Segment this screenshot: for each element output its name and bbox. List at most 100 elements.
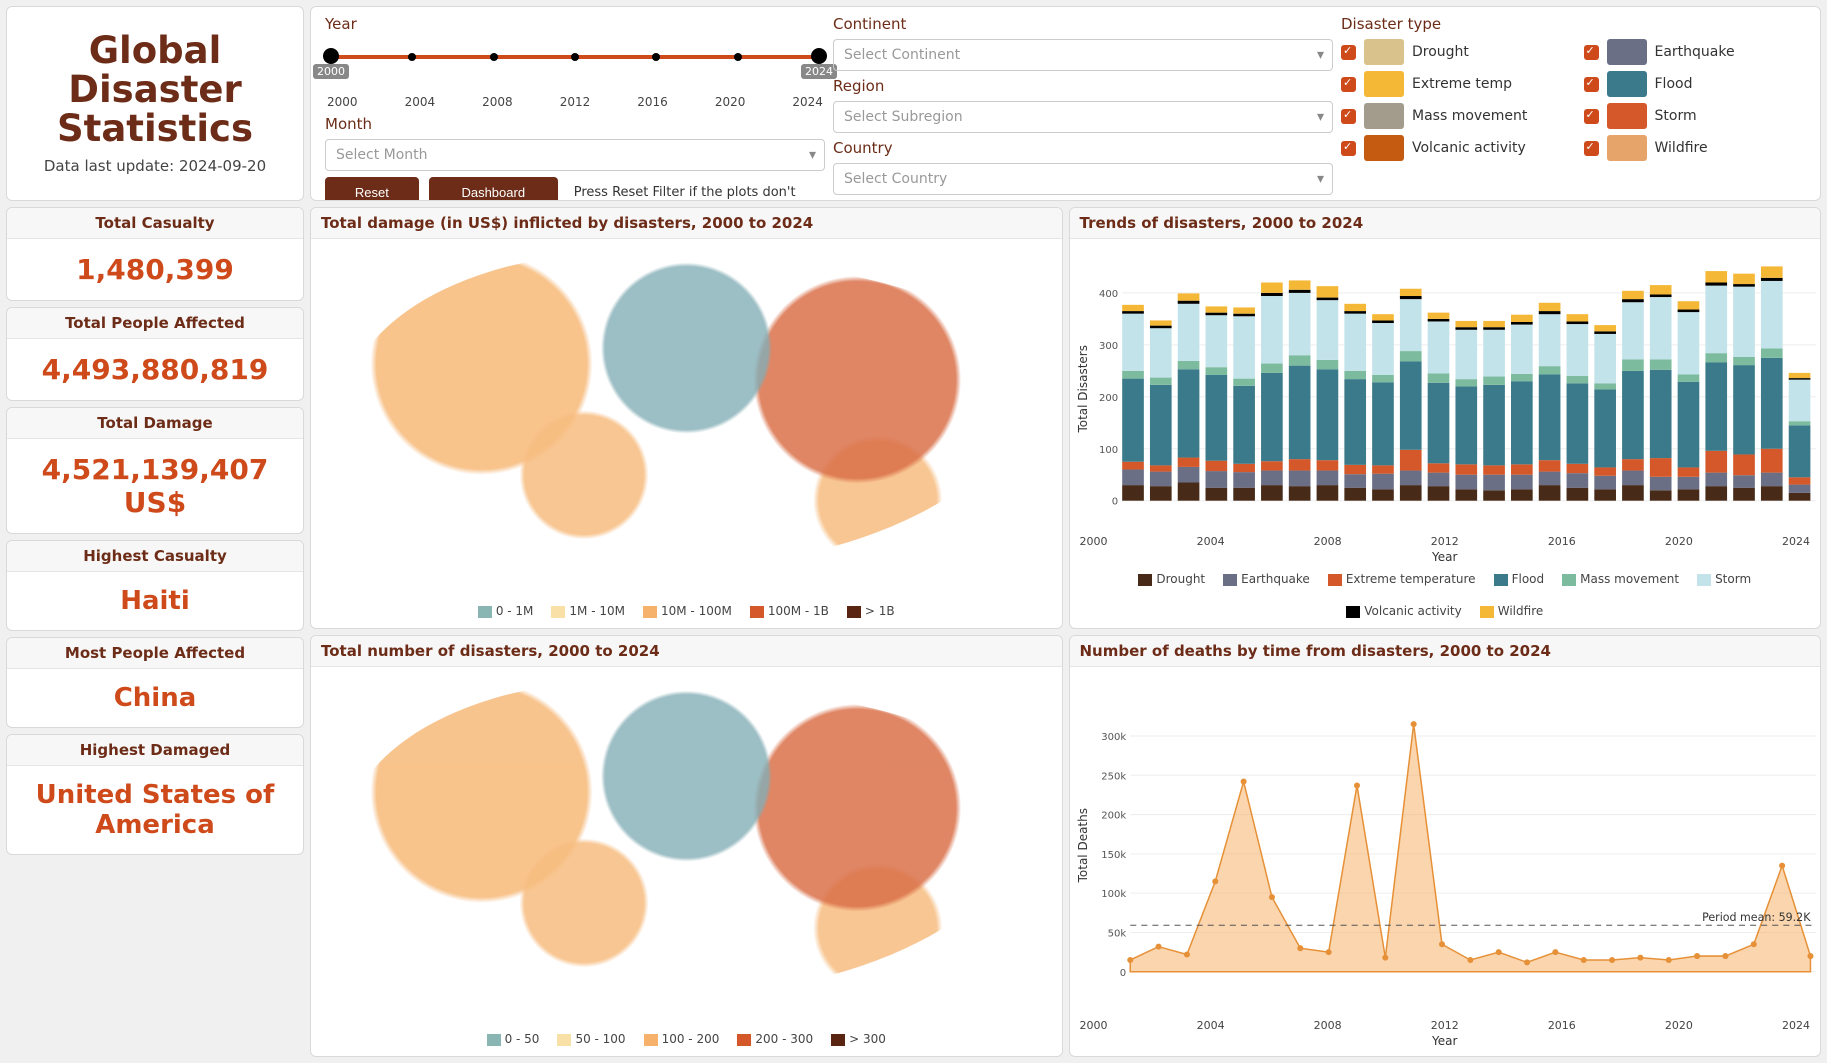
svg-text:150k: 150k [1101,850,1126,861]
type-row-storm[interactable]: Storm [1584,103,1807,129]
svg-text:50k: 50k [1107,929,1126,940]
type-label: Mass movement [1412,108,1527,124]
type-row-flood[interactable]: Flood [1584,71,1807,97]
type-thumb [1364,39,1404,65]
page-title: Global Disaster Statistics [7,32,303,149]
map-damage-plot[interactable] [315,243,1058,600]
type-thumb [1364,71,1404,97]
controls-col-types: Disaster type Drought Earthquake Extreme t… [1341,15,1806,201]
stat-hi-dmg-label: Highest Damaged [7,735,303,766]
checkbox-icon[interactable] [1341,109,1356,124]
type-label: Storm [1655,108,1697,124]
year-slider[interactable]: 2000 2024 [331,45,819,73]
type-row-volcanic-activity[interactable]: Volcanic activity [1341,135,1564,161]
type-thumb [1607,135,1647,161]
month-select[interactable]: Select Month [325,139,825,171]
stat-damage-label: Total Damage [7,408,303,439]
stat-hi-affected: Most People Affected China [6,637,304,728]
type-thumb [1364,103,1404,129]
svg-text:400: 400 [1098,289,1117,300]
continent-select[interactable]: Select Continent [833,39,1333,71]
year-label: Year [325,15,825,33]
svg-text:0: 0 [1119,968,1125,979]
month-label: Month [325,115,825,133]
region-label: Region [833,77,1333,95]
stat-affected: Total People Affected 4,493,880,819 [6,307,304,401]
map-damage-legend: 0 - 1M 1M - 10M 10M - 100M 100M - 1B > 1… [315,600,1058,624]
region-select[interactable]: Select Subregion [833,101,1333,133]
stat-hi-damage: Highest Damaged United States of America [6,734,304,855]
type-row-drought[interactable]: Drought [1341,39,1564,65]
stat-affected-label: Total People Affected [7,308,303,339]
type-thumb [1607,103,1647,129]
type-label: Volcanic activity [1412,140,1526,156]
reset-hint: Press Reset Filter if the plots don't lo… [574,185,825,201]
trends-legend: Drought Earthquake Extreme temperature F… [1074,568,1817,624]
checkbox-icon[interactable] [1341,77,1356,92]
stat-affected-value: 4,493,880,819 [7,339,303,400]
chart-map-count-title: Total number of disasters, 2000 to 2024 [311,636,1062,667]
year-handle-to[interactable]: 2024 [811,48,827,64]
stat-damage-value: 4,521,139,407 US$ [7,439,303,533]
country-label: Country [833,139,1333,157]
chart-map-count: Total number of disasters, 2000 to 2024 … [310,635,1063,1057]
title-panel: Global Disaster Statistics Data last upd… [6,6,304,201]
controls-panel: Year 2000 2024 20002004 20082012 2016202… [310,6,1821,201]
stat-casualty: Total Casualty 1,480,399 [6,207,304,301]
svg-text:200k: 200k [1101,811,1126,822]
map-count-plot[interactable] [315,671,1058,1028]
stat-hi-dmg-value: United States of America [7,766,303,854]
updated-label: Data last update: 2024-09-20 [44,157,266,175]
svg-text:100: 100 [1098,445,1117,456]
type-row-wildfire[interactable]: Wildfire [1584,135,1807,161]
trends-plot[interactable]: 0 100 200 300 400 [1092,243,1817,535]
deaths-xticks: 20002004 20082012 20162020 2024 [1074,1019,1817,1032]
checkbox-icon[interactable] [1584,109,1599,124]
svg-text:250k: 250k [1101,771,1126,782]
chart-map-damage: Total damage (in US$) inflicted by disas… [310,207,1063,629]
type-thumb [1607,71,1647,97]
controls-col-geo: Continent Select Continent Region Select… [833,15,1333,201]
stat-casualty-label: Total Casualty [7,208,303,239]
type-row-extreme-temp[interactable]: Extreme temp [1341,71,1564,97]
type-row-mass-movement[interactable]: Mass movement [1341,103,1564,129]
types-label: Disaster type [1341,15,1806,33]
svg-text:0: 0 [1111,497,1117,508]
year-handle-from[interactable]: 2000 [323,48,339,64]
deaths-plot[interactable]: 0 50k 100k 150k 200k 250k 300k Period mean: 59.… [1092,671,1817,1019]
chart-trends: Trends of disasters, 2000 to 2024 Total … [1069,207,1822,629]
reset-button[interactable]: Reset Filter [325,177,419,201]
stat-casualty-value: 1,480,399 [7,239,303,300]
stat-hi-aff-value: China [7,669,303,727]
type-thumb [1607,39,1647,65]
trends-ylabel: Total Disasters [1074,345,1092,433]
map-count-legend: 0 - 50 50 - 100 100 - 200 200 - 300 > 30… [315,1028,1058,1052]
trends-xticks: 20002004 20082012 20162020 2024 [1074,535,1817,548]
svg-text:300k: 300k [1101,732,1126,743]
stat-damage: Total Damage 4,521,139,407 US$ [6,407,304,534]
type-row-earthquake[interactable]: Earthquake [1584,39,1807,65]
chart-deaths: Number of deaths by time from disasters,… [1069,635,1822,1057]
type-label: Earthquake [1655,44,1735,60]
checkbox-icon[interactable] [1341,141,1356,156]
svg-text:Period mean: 59.2K: Period mean: 59.2K [1702,911,1811,924]
checkbox-icon[interactable] [1584,77,1599,92]
trends-xlabel: Year [1074,550,1817,564]
svg-text:300: 300 [1098,341,1117,352]
type-label: Extreme temp [1412,76,1512,92]
type-label: Drought [1412,44,1469,60]
country-select[interactable]: Select Country [833,163,1333,195]
stat-hi-casualty: Highest Casualty Haiti [6,540,304,631]
deaths-ylabel: Total Deaths [1074,808,1092,882]
checkbox-icon[interactable] [1584,45,1599,60]
deaths-xlabel: Year [1074,1034,1817,1048]
guide-button[interactable]: Dashboard Guide [429,177,558,201]
svg-text:200: 200 [1098,393,1117,404]
stat-hi-cas-value: Haiti [7,572,303,630]
checkbox-icon[interactable] [1584,141,1599,156]
type-label: Flood [1655,76,1693,92]
year-ticks: 20002004 20082012 20162020 2024 [327,95,823,109]
checkbox-icon[interactable] [1341,45,1356,60]
continent-label: Continent [833,15,1333,33]
svg-text:100k: 100k [1101,889,1126,900]
